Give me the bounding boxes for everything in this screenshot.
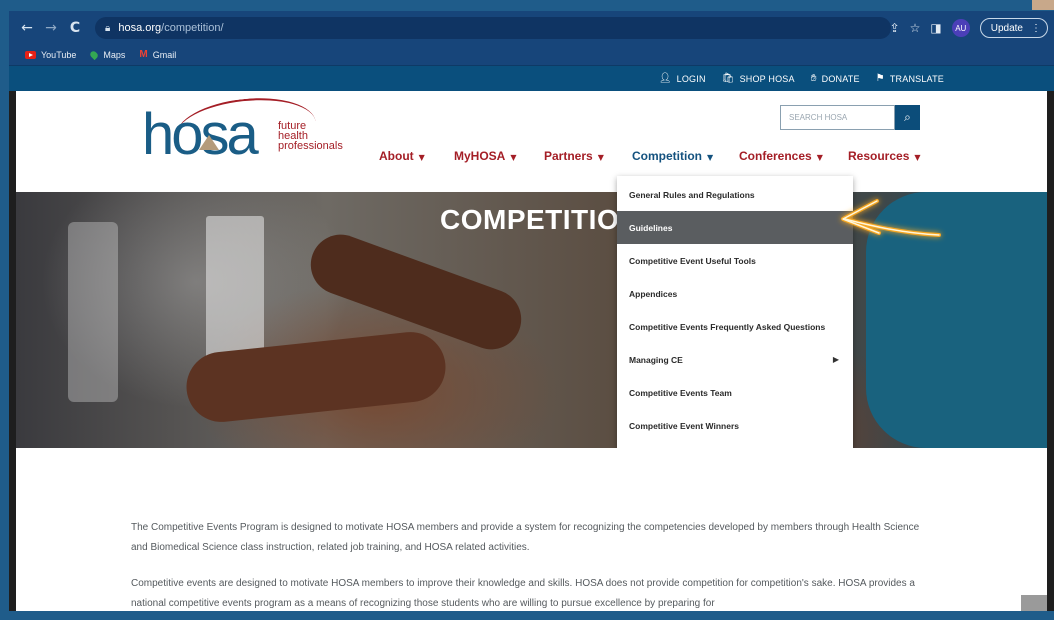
bookmark-youtube[interactable]: YouTube [25,50,76,60]
dropdown-item-guidelines[interactable]: Guidelines [617,211,853,244]
nav-resources-label: Resources [848,149,910,163]
bookmark-star-icon[interactable]: ☆ [910,21,921,35]
caret-down-icon: ▼ [816,153,823,162]
nav-about[interactable]: About ▼ [379,149,425,163]
search-button[interactable]: ⌕ [895,105,920,130]
site-utility-bar: 👤︎ LOGIN 🛍︎ SHOP HOSA ✋︎ DONATE ⚑ TRANSL… [9,66,1054,91]
donate-link[interactable]: ✋︎ DONATE [811,73,860,84]
translate-label: TRANSLATE [889,73,944,84]
dropdown-item-faq[interactable]: Competitive Events Frequently Asked Ques… [617,310,853,343]
bookmark-gmail[interactable]: M Gmail [139,49,176,60]
hero-title: COMPETITIO [440,204,620,235]
managing-ce-label: Managing CE [629,354,683,365]
reload-icon[interactable]: C [63,20,87,36]
bookmarks-bar: YouTube Maps M Gmail [9,44,1054,66]
scroll-to-top-button[interactable] [1021,595,1047,611]
dropdown-item-useful-tools[interactable]: Competitive Event Useful Tools [617,244,853,277]
nav-partners-label: Partners [544,149,593,163]
nav-partners[interactable]: Partners ▼ [544,149,604,163]
url-path: /competition/ [161,22,224,34]
dropdown-item-managing-ce[interactable]: Managing CE ▶ [617,343,853,376]
nav-myhosa[interactable]: MyHOSA ▼ [454,149,517,163]
logo-triangle [199,135,219,150]
nav-resources[interactable]: Resources ▼ [848,149,921,163]
nav-myhosa-label: MyHOSA [454,149,506,163]
shop-label: SHOP HOSA [739,73,795,84]
shopping-bag-icon: 🛍︎ [721,73,735,84]
hero-bottle-image [68,222,118,402]
profile-avatar[interactable]: AU [951,19,970,37]
forward-icon[interactable]: → [39,20,63,36]
caret-down-icon: ▼ [707,153,714,162]
caret-down-icon: ▼ [914,153,921,162]
main-nav: About ▼ MyHOSA ▼ Partners ▼ Competition ▼ Co… [16,149,1047,167]
login-link[interactable]: 👤︎ LOGIN [659,73,706,84]
bookmark-maps[interactable]: Maps [89,49,126,60]
dropdown-item-event-winners[interactable]: Competitive Event Winners [617,409,853,442]
dropdown-item-general-rules[interactable]: General Rules and Regulations [617,178,853,211]
shop-link[interactable]: 🛍︎ SHOP HOSA [722,73,795,84]
nav-conferences[interactable]: Conferences ▼ [739,149,823,163]
bookmark-label: Gmail [152,49,177,60]
desktop-corner [1032,0,1054,10]
donate-label: DONATE [821,73,860,84]
url-host: hosa.org [118,22,162,34]
logo-tagline: future health professionals [278,121,343,152]
caret-right-icon: ▶ [832,355,839,364]
kebab-menu-icon: ⋮ [1031,22,1041,34]
browser-toolbar: ← → C 🔒︎ hosa.org /competition/ ⇪ ☆ ◨ AU… [9,11,1054,44]
dropdown-item-events-team[interactable]: Competitive Events Team [617,376,853,409]
search-icon: ⌕ [904,110,911,124]
donate-hand-icon: ✋︎ [810,73,817,84]
login-label: LOGIN [676,73,706,84]
back-icon[interactable]: ← [15,20,39,36]
events-paragraph: Competitive events are designed to motiv… [131,578,915,609]
caret-down-icon: ▼ [597,153,604,162]
share-icon[interactable]: ⇪ [890,21,900,35]
youtube-icon [25,50,36,59]
update-button[interactable]: Update ⋮ [979,18,1048,38]
browser-window: ← → C 🔒︎ hosa.org /competition/ ⇪ ☆ ◨ AU… [9,11,1054,611]
nav-competition-label: Competition [632,149,702,163]
nav-about-label: About [379,149,414,163]
nav-conferences-label: Conferences [739,149,812,163]
user-icon: 👤︎ [658,73,672,84]
annotation-arrow-icon [841,199,941,237]
hero-beaker-image [206,216,264,366]
nav-competition[interactable]: Competition ▼ [632,149,713,163]
translate-link[interactable]: ⚑ TRANSLATE [876,73,944,84]
lock-icon: 🔒︎ [105,22,111,34]
side-panel-icon[interactable]: ◨ [930,21,941,35]
page-content: The Competitive Events Program is design… [16,448,1047,611]
update-label: Update [990,22,1023,34]
bookmark-label: YouTube [41,49,77,60]
maps-icon [89,49,100,60]
site-header: hosa future health professionals SEARCH … [16,91,1047,192]
dropdown-item-appendices[interactable]: Appendices [617,277,853,310]
flag-icon: ⚑ [875,73,885,84]
bookmark-label: Maps [103,49,126,60]
competition-dropdown: General Rules and Regulations Guidelines… [617,176,853,450]
toolbar-actions: ⇪ ☆ ◨ AU Update ⋮ [890,16,1048,40]
intro-paragraph: The Competitive Events Program is design… [131,522,920,553]
search-input[interactable]: SEARCH HOSA [780,105,895,130]
address-bar[interactable]: 🔒︎ hosa.org /competition/ [95,17,891,39]
caret-down-icon: ▼ [418,153,425,162]
caret-down-icon: ▼ [510,153,517,162]
gmail-icon: M [139,49,148,60]
